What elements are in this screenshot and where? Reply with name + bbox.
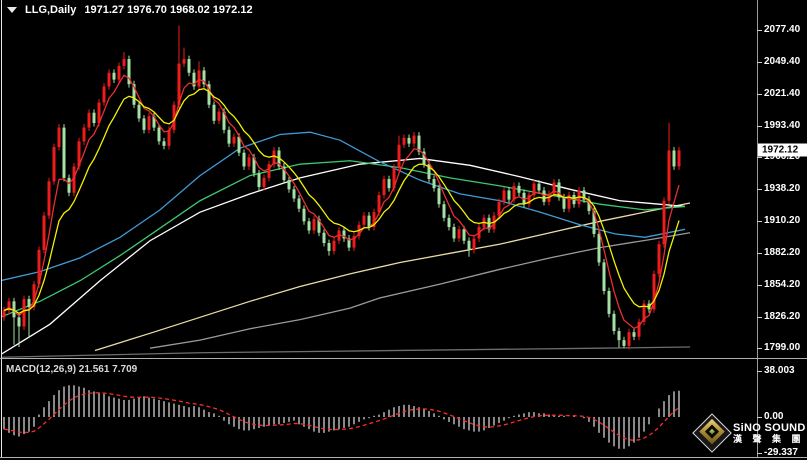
price-axis-label: 1993.40 <box>764 120 801 131</box>
chart-window: LLG,Daily 1971.27 1976.70 1968.02 1972.1… <box>0 0 807 460</box>
brand-name: SiNO SOUND <box>733 421 806 434</box>
axis-tick <box>757 348 762 350</box>
axis-tick <box>757 317 762 319</box>
chart-header: LLG,Daily 1971.27 1976.70 1968.02 1972.1… <box>7 4 253 16</box>
brand-name-chinese: 漢 聲 集 團 <box>733 434 805 445</box>
current-price-tag: 1972.12 <box>758 143 807 157</box>
axis-tick <box>757 189 762 191</box>
axis-tick <box>757 157 762 159</box>
price-axis-label: 2021.40 <box>764 88 801 99</box>
axis-tick <box>757 126 762 127</box>
macd-plot-area[interactable] <box>2 361 757 456</box>
price-axis-label: 1826.20 <box>764 311 801 323</box>
axis-tick <box>757 94 762 95</box>
sino-sound-logo-icon <box>692 413 732 453</box>
symbol-timeframe-label: LLG,Daily <box>25 4 77 16</box>
price-axis-label: 2077.40 <box>764 24 801 35</box>
axis-tick <box>757 417 762 418</box>
axis-tick <box>757 452 762 454</box>
axis-tick <box>757 221 762 223</box>
macd-axis-label: -29.337 <box>764 446 798 458</box>
collapse-arrow-icon[interactable] <box>7 7 17 13</box>
main-plot-area[interactable] <box>2 18 757 358</box>
price-axis-label: 1854.20 <box>764 279 801 291</box>
price-axis-label: 1882.20 <box>764 247 801 259</box>
macd-indicator-label: MACD(12,26,9) 21.561 7.709 <box>6 364 138 375</box>
macd-axis-label: 0.00 <box>764 411 784 422</box>
price-axis-label: 1938.20 <box>764 183 801 195</box>
macd-axis-label: 38.003 <box>764 364 795 376</box>
price-axis-label: 2049.40 <box>764 56 801 67</box>
axis-tick <box>757 62 762 63</box>
brand-watermark: SiNO SOUND 漢 聲 集 團 <box>692 413 806 453</box>
axis-tick <box>757 253 762 255</box>
axis-tick <box>757 30 762 31</box>
ohlc-values: 1971.27 1976.70 1968.02 1972.12 <box>84 4 253 16</box>
axis-tick <box>757 370 762 372</box>
price-axis-label: 1799.00 <box>764 342 801 354</box>
price-axis-label: 1910.20 <box>764 215 801 227</box>
axis-tick <box>757 285 762 287</box>
